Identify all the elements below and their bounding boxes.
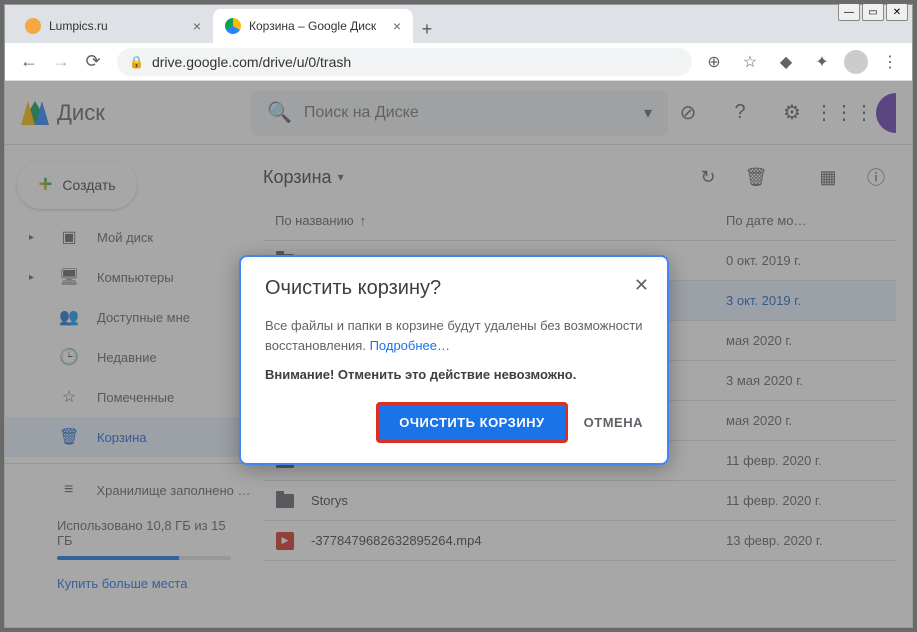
reload-button[interactable]: ⟳ [77, 46, 109, 78]
profile-avatar[interactable] [844, 50, 868, 74]
empty-trash-dialog: ✕ Очистить корзину? Все файлы и папки в … [239, 255, 669, 465]
lock-icon: 🔒 [129, 55, 144, 69]
extensions-puzzle-icon[interactable]: ✦ [808, 48, 836, 76]
window-close-button[interactable]: ✕ [886, 3, 908, 21]
new-tab-button[interactable]: + [413, 15, 441, 43]
tab-close-icon[interactable]: × [393, 18, 401, 34]
favicon-icon [225, 18, 241, 34]
zoom-icon[interactable]: ⊕ [700, 48, 728, 76]
favorite-icon[interactable]: ☆ [736, 48, 764, 76]
menu-icon[interactable]: ⋮ [876, 48, 904, 76]
window-minimize-button[interactable]: — [838, 3, 860, 21]
dialog-title: Очистить корзину? [265, 277, 643, 300]
url-text: drive.google.com/drive/u/0/trash [152, 54, 351, 70]
browser-tabbar: Lumpics.ru × Корзина – Google Диск × + [5, 5, 912, 43]
dialog-body: Все файлы и папки в корзине будут удален… [265, 316, 643, 355]
extension-icon[interactable]: ◆ [772, 48, 800, 76]
cancel-button[interactable]: ОТМЕНА [584, 415, 643, 430]
browser-tab-drive[interactable]: Корзина – Google Диск × [213, 9, 413, 43]
window-maximize-button[interactable]: ▭ [862, 3, 884, 21]
browser-addressbar: ← → ⟳ 🔒 drive.google.com/drive/u/0/trash… [5, 43, 912, 81]
forward-button: → [45, 46, 77, 78]
dialog-learn-more-link[interactable]: Подробнее… [370, 338, 450, 353]
dialog-close-button[interactable]: ✕ [634, 275, 649, 296]
dialog-warning: Внимание! Отменить это действие невозмож… [265, 367, 643, 382]
favicon-icon [25, 18, 41, 34]
confirm-empty-button[interactable]: ОЧИСТИТЬ КОРЗИНУ [376, 402, 567, 443]
address-field[interactable]: 🔒 drive.google.com/drive/u/0/trash [117, 48, 692, 76]
tab-close-icon[interactable]: × [193, 18, 201, 34]
tab-title: Lumpics.ru [49, 19, 187, 33]
browser-tab-lumpics[interactable]: Lumpics.ru × [13, 9, 213, 43]
tab-title: Корзина – Google Диск [249, 19, 387, 33]
back-button[interactable]: ← [13, 46, 45, 78]
